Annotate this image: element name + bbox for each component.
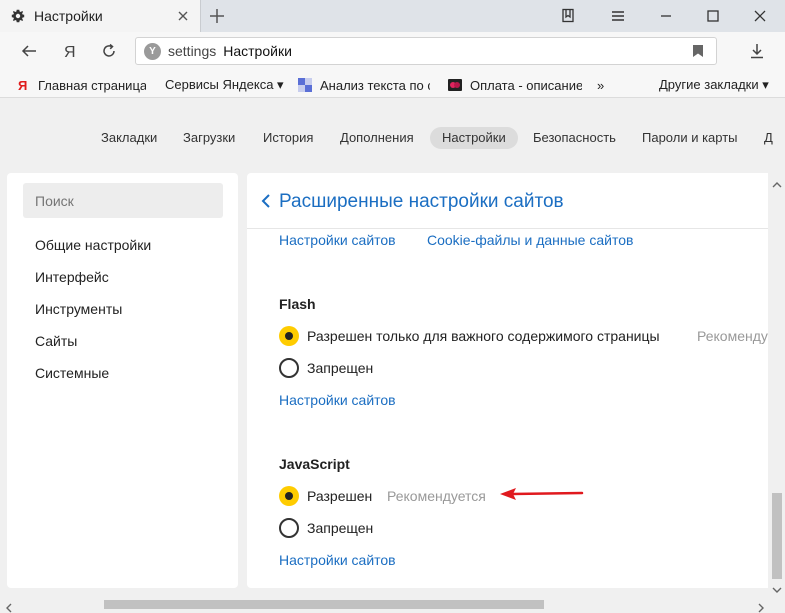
bookmark-yandex-services[interactable]: Сервисы Яндекса ▾ (165, 76, 285, 94)
bookmarks-panel-icon[interactable] (560, 8, 576, 24)
title-bar: Настройки (0, 0, 785, 32)
javascript-allowed-radio[interactable] (279, 486, 299, 506)
gear-icon (11, 9, 25, 23)
javascript-blocked-label[interactable]: Запрещен (307, 520, 373, 536)
bookmark-home[interactable]: Я Главная страница (16, 76, 146, 94)
flash-blocked-label[interactable]: Запрещен (307, 360, 373, 376)
horizontal-scrollbar[interactable] (0, 596, 785, 613)
other-bookmarks[interactable]: Другие закладки ▾ (659, 76, 774, 94)
minimize-icon[interactable] (658, 8, 674, 24)
scroll-down-icon[interactable] (772, 582, 782, 593)
vertical-scrollbar[interactable] (768, 173, 785, 596)
horizontal-scroll-thumb[interactable] (104, 600, 544, 609)
close-tab-icon[interactable] (176, 9, 190, 23)
yandex-icon: Я (16, 78, 30, 93)
back-arrow-icon[interactable] (20, 42, 38, 60)
javascript-allowed-label[interactable]: Разрешен (307, 488, 372, 504)
site-settings-link[interactable]: Настройки сайтов (279, 232, 396, 248)
tab-more[interactable]: Д (764, 127, 773, 149)
javascript-blocked-radio[interactable] (279, 518, 299, 538)
flash-section-title: Flash (279, 296, 316, 312)
sidebar-item-sites[interactable]: Сайты (35, 333, 77, 349)
bookmark-icon[interactable] (692, 44, 704, 58)
vertical-scroll-thumb[interactable] (772, 493, 782, 579)
address-page-title: Настройки (223, 43, 292, 59)
yandex-browser-icon: Y (144, 42, 161, 60)
tab-bookmarks[interactable]: Закладки (101, 127, 157, 149)
sidebar-item-general[interactable]: Общие настройки (35, 237, 151, 253)
navigation-bar: Я Y settings Настройки (0, 32, 785, 70)
flash-allowed-label[interactable]: Разрешен только для важного содержимого … (307, 328, 660, 344)
menu-icon[interactable] (610, 8, 626, 24)
bookmark-text-analysis[interactable]: Анализ текста по с (298, 76, 430, 94)
tab-passwords[interactable]: Пароли и карты (642, 127, 738, 149)
flash-site-settings-link[interactable]: Настройки сайтов (279, 392, 396, 408)
page-header: Расширенные настройки сайтов (247, 173, 768, 229)
settings-top-nav: Закладки Загрузки История Дополнения Нас… (0, 98, 785, 173)
site-icon (448, 78, 462, 92)
javascript-recommended-hint: Рекомендуется (387, 488, 486, 504)
tab-title: Настройки (34, 8, 103, 24)
site-icon (298, 78, 312, 92)
flash-blocked-radio[interactable] (279, 358, 299, 378)
tab-extensions[interactable]: Дополнения (340, 127, 414, 149)
close-window-icon[interactable] (752, 8, 768, 24)
maximize-icon[interactable] (705, 8, 721, 24)
yandex-home-icon[interactable]: Я (60, 42, 78, 61)
scroll-left-icon[interactable] (4, 600, 14, 613)
bookmark-payment[interactable]: Оплата - описание (448, 76, 582, 94)
tab-settings[interactable]: Настройки (0, 0, 201, 32)
red-arrow-annotation (500, 488, 584, 500)
page-title: Расширенные настройки сайтов (279, 191, 564, 212)
address-bar[interactable]: Y settings Настройки (135, 37, 717, 65)
search-input[interactable] (23, 183, 223, 218)
address-url: settings (168, 43, 217, 59)
settings-main-panel: Расширенные настройки сайтов Настройки с… (247, 173, 768, 588)
svg-text:Я: Я (64, 44, 76, 60)
flash-recommended-hint: Рекоменду (697, 328, 768, 344)
downloads-icon[interactable] (748, 42, 766, 60)
sidebar-item-interface[interactable]: Интерфейс (35, 269, 109, 285)
tab-settings-active[interactable]: Настройки (430, 127, 518, 149)
tab-security[interactable]: Безопасность (533, 127, 616, 149)
svg-text:Я: Я (18, 78, 27, 92)
tab-history[interactable]: История (263, 127, 313, 149)
scroll-right-icon[interactable] (756, 600, 766, 613)
tab-downloads[interactable]: Загрузки (183, 127, 235, 149)
reload-icon[interactable] (100, 42, 118, 60)
javascript-section-title: JavaScript (279, 456, 350, 472)
bookmarks-bar: Я Главная страница Сервисы Яндекса ▾ Ана… (0, 70, 785, 98)
settings-sidebar: Общие настройки Интерфейс Инструменты Са… (7, 173, 238, 588)
scroll-up-icon[interactable] (772, 177, 782, 188)
more-bookmarks-chevron[interactable]: » (597, 76, 611, 94)
new-tab-icon[interactable] (208, 7, 226, 25)
cookie-data-link[interactable]: Cookie-файлы и данные сайтов (427, 232, 633, 248)
sidebar-item-system[interactable]: Системные (35, 365, 109, 381)
flash-allowed-radio[interactable] (279, 326, 299, 346)
javascript-site-settings-link[interactable]: Настройки сайтов (279, 552, 396, 568)
sidebar-item-tools[interactable]: Инструменты (35, 301, 122, 317)
chevron-left-icon[interactable] (260, 193, 272, 209)
